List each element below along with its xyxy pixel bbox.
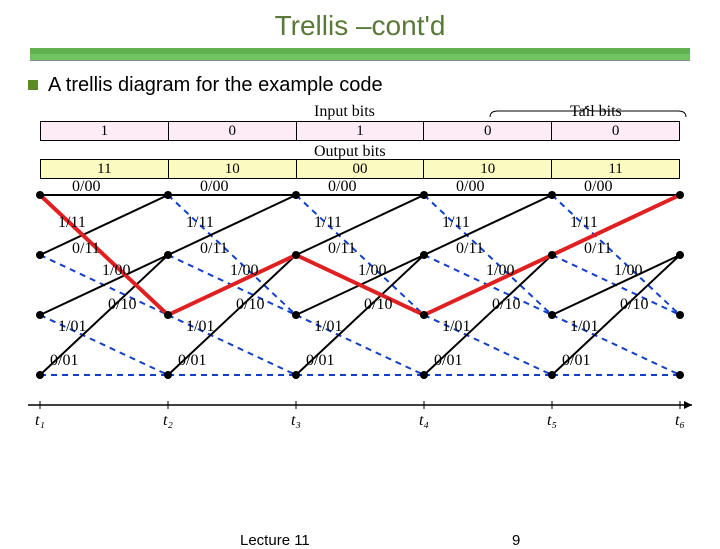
- output-bit-0: 11: [41, 160, 169, 178]
- svg-text:t₆: t₆: [675, 412, 685, 429]
- svg-text:0/11: 0/11: [584, 240, 612, 257]
- output-bit-4: 11: [552, 160, 679, 178]
- svg-text:t₃: t₃: [291, 412, 301, 429]
- svg-text:1/00: 1/00: [230, 262, 258, 279]
- svg-text:0/10: 0/10: [108, 296, 136, 313]
- svg-text:0/01: 0/01: [50, 352, 78, 369]
- bullet-square-icon: [28, 80, 38, 90]
- svg-text:t₁: t₁: [35, 412, 45, 429]
- svg-text:0/10: 0/10: [364, 296, 392, 313]
- svg-text:0/11: 0/11: [200, 240, 228, 257]
- input-bit-2: 1: [297, 122, 425, 140]
- svg-text:0/11: 0/11: [328, 240, 356, 257]
- svg-text:1/01: 1/01: [186, 318, 214, 335]
- svg-text:0/00: 0/00: [72, 178, 100, 195]
- svg-text:0/00: 0/00: [328, 178, 356, 195]
- input-bit-1: 0: [169, 122, 297, 140]
- output-bit-1: 10: [169, 160, 297, 178]
- svg-text:1/01: 1/01: [58, 318, 86, 335]
- output-bit-2: 00: [297, 160, 425, 178]
- slide-title: Trellis –cont'd: [0, 0, 720, 42]
- svg-text:t₅: t₅: [547, 412, 557, 429]
- title-underline: [0, 42, 720, 60]
- svg-text:0/01: 0/01: [562, 352, 590, 369]
- svg-text:1/00: 1/00: [102, 262, 130, 279]
- svg-text:0/10: 0/10: [620, 296, 648, 313]
- footer-lecture: Lecture 11: [240, 532, 310, 549]
- input-bits-band: 1 0 1 0 0: [40, 121, 680, 141]
- svg-text:1/11: 1/11: [186, 214, 214, 231]
- input-bit-4: 0: [552, 122, 679, 140]
- svg-text:t₄: t₄: [419, 412, 429, 429]
- svg-text:0/00: 0/00: [200, 178, 228, 195]
- svg-text:1/11: 1/11: [442, 214, 470, 231]
- bullet-text: A trellis diagram for the example code: [48, 74, 383, 96]
- bullet-row: A trellis diagram for the example code: [0, 60, 720, 97]
- svg-text:0/11: 0/11: [456, 240, 484, 257]
- svg-text:0/11: 0/11: [72, 240, 100, 257]
- output-bit-3: 10: [424, 160, 552, 178]
- svg-text:0/10: 0/10: [492, 296, 520, 313]
- input-bit-0: 1: [41, 122, 169, 140]
- svg-text:0/00: 0/00: [456, 178, 484, 195]
- output-bits-band: 11 10 00 10 11: [40, 159, 680, 179]
- svg-text:1/01: 1/01: [442, 318, 470, 335]
- svg-text:1/11: 1/11: [58, 214, 86, 231]
- svg-text:0/01: 0/01: [434, 352, 462, 369]
- footer-page: 9: [512, 532, 520, 549]
- input-bit-3: 0: [424, 122, 552, 140]
- svg-text:t₂: t₂: [163, 412, 173, 429]
- svg-text:1/01: 1/01: [314, 318, 342, 335]
- svg-text:1/11: 1/11: [314, 214, 342, 231]
- svg-text:1/00: 1/00: [358, 262, 386, 279]
- svg-text:1/00: 1/00: [486, 262, 514, 279]
- svg-text:1/01: 1/01: [570, 318, 598, 335]
- svg-text:0/01: 0/01: [306, 352, 334, 369]
- svg-text:0/10: 0/10: [236, 296, 264, 313]
- svg-text:1/00: 1/00: [614, 262, 642, 279]
- svg-text:1/11: 1/11: [570, 214, 598, 231]
- svg-text:0/00: 0/00: [584, 178, 612, 195]
- svg-text:0/01: 0/01: [178, 352, 206, 369]
